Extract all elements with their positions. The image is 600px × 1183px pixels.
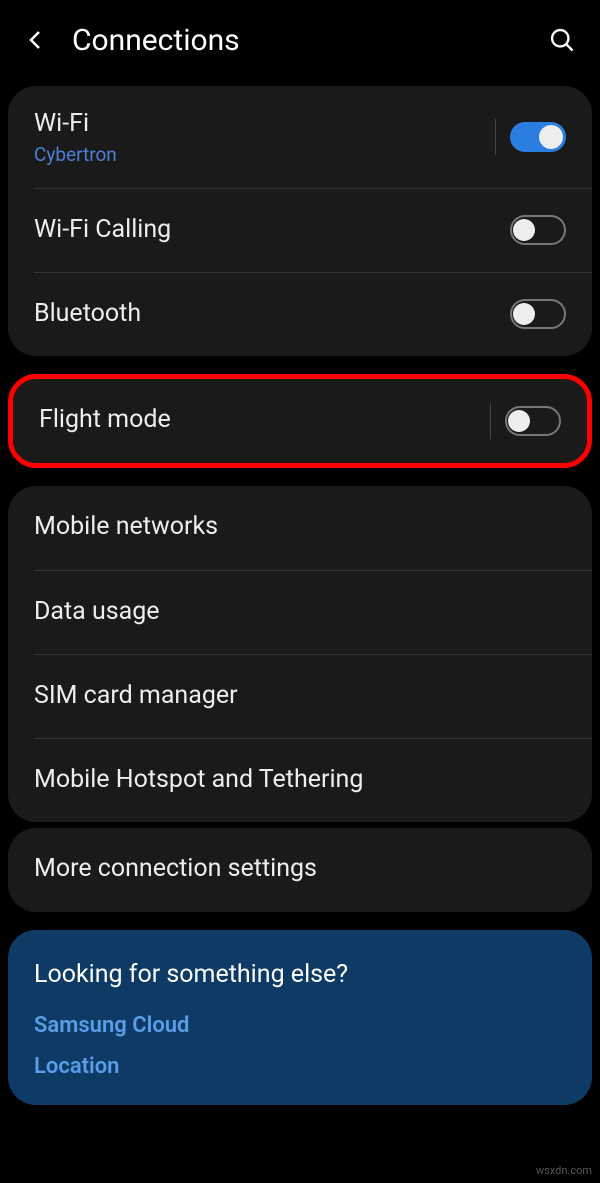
row-mobile-networks[interactable]: Mobile networks (8, 486, 592, 570)
card-mobile: Mobile networks Data usage SIM card mana… (8, 486, 592, 822)
wifi-label: Wi-Fi (34, 108, 495, 141)
promo-link-location[interactable]: Location (34, 1054, 566, 1079)
page-title: Connections (72, 23, 548, 58)
wifi-calling-label: Wi-Fi Calling (34, 214, 510, 247)
divider (490, 403, 491, 439)
wifi-network: Cybertron (34, 143, 495, 166)
row-data-usage[interactable]: Data usage (34, 570, 592, 654)
card-connectivity: Wi-Fi Cybertron Wi-Fi Calling Bluetooth (8, 86, 592, 356)
back-icon[interactable] (24, 28, 48, 52)
promo-title: Looking for something else? (34, 960, 566, 989)
row-bluetooth[interactable]: Bluetooth (34, 272, 592, 356)
promo-link-cloud[interactable]: Samsung Cloud (34, 1013, 566, 1038)
row-wifi-calling[interactable]: Wi-Fi Calling (34, 188, 592, 272)
search-icon[interactable] (548, 26, 576, 54)
watermark: wsxdn.com (536, 1164, 592, 1177)
promo-card: Looking for something else? Samsung Clou… (8, 930, 592, 1105)
divider (495, 119, 496, 155)
row-wifi[interactable]: Wi-Fi Cybertron (8, 86, 592, 188)
bluetooth-label: Bluetooth (34, 298, 510, 331)
flight-mode-label: Flight mode (39, 404, 490, 437)
header: Connections (0, 0, 600, 80)
wifi-toggle[interactable] (510, 122, 566, 152)
row-sim-manager[interactable]: SIM card manager (34, 654, 592, 738)
flight-mode-toggle[interactable] (505, 406, 561, 436)
bluetooth-toggle[interactable] (510, 299, 566, 329)
wifi-calling-toggle[interactable] (510, 215, 566, 245)
row-hotspot[interactable]: Mobile Hotspot and Tethering (34, 738, 592, 822)
row-more-settings[interactable]: More connection settings (8, 828, 592, 912)
row-flight-mode[interactable]: Flight mode (13, 379, 587, 463)
card-more: More connection settings (8, 828, 592, 912)
card-flight-highlighted: Flight mode (8, 374, 592, 468)
